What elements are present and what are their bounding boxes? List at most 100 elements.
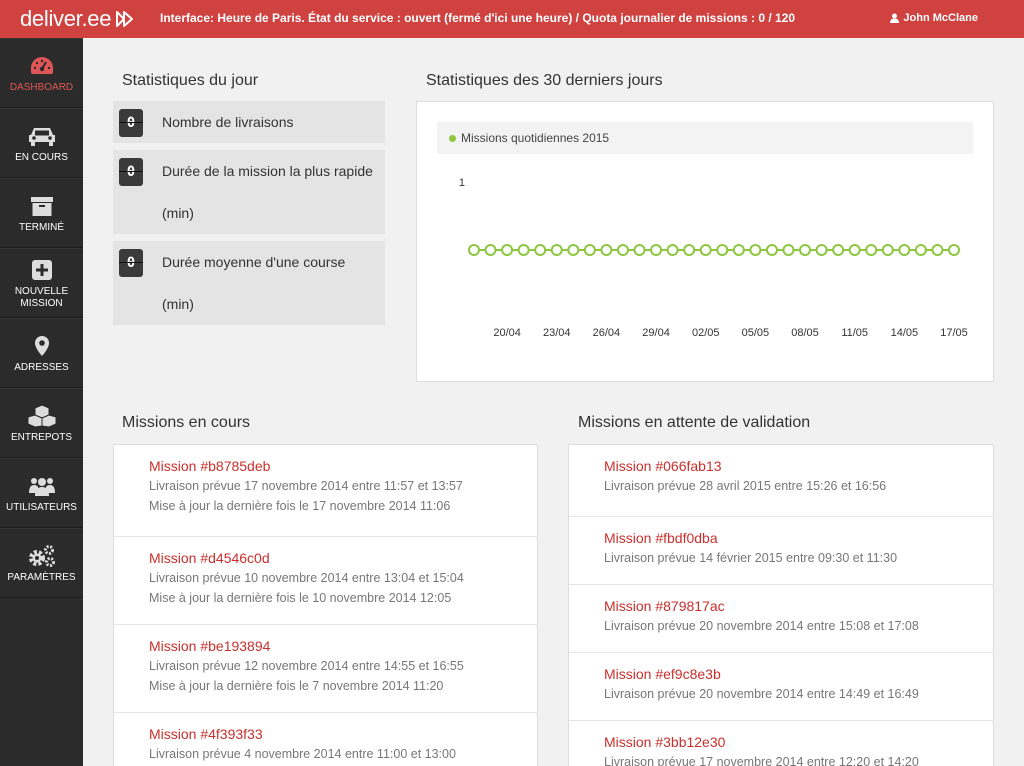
data-point[interactable] (782, 244, 795, 256)
data-point[interactable] (616, 244, 629, 256)
users-icon (28, 477, 55, 496)
car-icon (28, 127, 55, 146)
data-point[interactable] (948, 244, 960, 256)
stat-value: 0 (119, 109, 143, 137)
list-item[interactable]: Mission #879817ac Livraison prévue 20 no… (569, 585, 993, 653)
list-item[interactable]: Mission #ef9c8e3b Livraison prévue 20 no… (569, 653, 993, 721)
y-tick-label: 1 (459, 177, 465, 189)
data-point[interactable] (931, 244, 944, 256)
service-status: Interface: Heure de Paris. État du servi… (160, 11, 796, 25)
mission-id[interactable]: Mission #ef9c8e3b (604, 667, 993, 681)
list-item[interactable]: Mission #fbdf0dba Livraison prévue 14 fé… (569, 517, 993, 585)
data-point[interactable] (832, 244, 845, 256)
mission-id[interactable]: Mission #4f393f33 (149, 727, 537, 741)
data-point[interactable] (848, 244, 861, 256)
sidebar-item-label: ENTREPOTS (10, 431, 73, 443)
data-point[interactable] (914, 244, 927, 256)
sidebar-item-adresses[interactable]: ADRESSES (0, 318, 83, 388)
data-point[interactable] (732, 244, 745, 256)
plus-square-icon (31, 259, 52, 280)
sidebar: DASHBOARD EN COURS TERMINÉ NOUVELLE MISS… (0, 38, 83, 766)
data-point[interactable] (799, 244, 812, 256)
mission-id[interactable]: Mission #3bb12e30 (604, 735, 993, 749)
sidebar-item-label: ADRESSES (14, 361, 69, 373)
data-point[interactable] (484, 244, 497, 256)
data-point[interactable] (517, 244, 530, 256)
list-item[interactable]: Mission #4f393f33 Livraison prévue 4 nov… (114, 713, 537, 766)
sidebar-item-entrepots[interactable]: ENTREPOTS (0, 388, 83, 458)
mission-delivery: Livraison prévue 20 novembre 2014 entre … (604, 687, 919, 701)
list-item[interactable]: Mission #d4546c0d Livraison prévue 10 no… (114, 537, 537, 625)
mission-id[interactable]: Mission #d4546c0d (149, 551, 537, 565)
top-bar: deliver.ee Interface: Heure de Paris. Ét… (0, 0, 1024, 38)
mission-updated: Mise à jour la dernière fois le 10 novem… (149, 591, 452, 605)
data-point[interactable] (600, 244, 613, 256)
data-point[interactable] (765, 244, 778, 256)
mission-id[interactable]: Mission #879817ac (604, 599, 993, 613)
sidebar-item-en-cours[interactable]: EN COURS (0, 108, 83, 178)
missions-attente-list: Mission #066fab13 Livraison prévue 28 av… (568, 444, 994, 766)
mission-id[interactable]: Mission #066fab13 (604, 459, 993, 473)
sidebar-item-dashboard[interactable]: DASHBOARD (0, 38, 83, 108)
stat-value: 0 (119, 158, 143, 186)
data-point[interactable] (633, 244, 646, 256)
x-tick-label: 29/04 (642, 327, 670, 339)
list-item[interactable]: Mission #3bb12e30 Livraison prévue 17 no… (569, 721, 993, 766)
mission-id[interactable]: Mission #be193894 (149, 639, 537, 653)
mission-delivery: Livraison prévue 17 novembre 2014 entre … (604, 755, 919, 766)
data-point[interactable] (898, 244, 911, 256)
data-point[interactable] (815, 244, 828, 256)
data-point[interactable] (881, 244, 894, 256)
data-point[interactable] (534, 244, 547, 256)
data-point[interactable] (501, 244, 514, 256)
x-tick-label: 17/05 (940, 327, 968, 339)
data-point[interactable] (666, 244, 679, 256)
mission-id[interactable]: Mission #b8785deb (149, 459, 537, 473)
data-point[interactable] (683, 244, 696, 256)
daily-stats-title: Statistiques du jour (122, 72, 259, 89)
sidebar-item-nouvelle-mission[interactable]: NOUVELLE MISSION (0, 248, 83, 318)
mission-updated: Mise à jour la dernière fois le 17 novem… (149, 499, 451, 513)
sidebar-item-label: PARAMÈTRES (7, 571, 76, 583)
data-point[interactable] (699, 244, 712, 256)
data-point[interactable] (716, 244, 729, 256)
sidebar-item-termine[interactable]: TERMINÉ (0, 178, 83, 248)
mission-delivery: Livraison prévue 14 février 2015 entre 0… (604, 551, 898, 565)
sidebar-item-label: NOUVELLE MISSION (14, 285, 69, 309)
mission-delivery: Livraison prévue 10 novembre 2014 entre … (149, 571, 464, 585)
user-menu[interactable]: John McClane (890, 12, 978, 24)
user-icon (890, 13, 900, 23)
stat-fastest-mission: 0 Durée de la mission la plus rapide (mi… (113, 150, 385, 234)
mission-updated: Mise à jour la dernière fois le 7 novemb… (149, 679, 444, 693)
mission-delivery: Livraison prévue 28 avril 2015 entre 15:… (604, 479, 887, 493)
user-name: John McClane (903, 12, 978, 24)
x-tick-label: 05/05 (742, 327, 770, 339)
data-point[interactable] (583, 244, 596, 256)
sidebar-item-label: UTILISATEURS (6, 501, 77, 513)
cubes-icon (27, 403, 56, 428)
list-item[interactable]: Mission #be193894 Livraison prévue 12 no… (114, 625, 537, 713)
mission-id[interactable]: Mission #fbdf0dba (604, 531, 993, 545)
data-point[interactable] (550, 244, 563, 256)
data-point[interactable] (468, 244, 480, 256)
sidebar-item-parametres[interactable]: PARAMÈTRES (0, 528, 83, 598)
stat-deliveries: 0 Nombre de livraisons (113, 101, 385, 143)
x-tick-label: 23/04 (543, 327, 571, 339)
data-point[interactable] (749, 244, 762, 256)
mission-delivery: Livraison prévue 4 novembre 2014 entre 1… (149, 747, 456, 761)
monthly-stats-title: Statistiques des 30 derniers jours (426, 72, 663, 89)
sidebar-item-utilisateurs[interactable]: UTILISATEURS (0, 458, 83, 528)
x-tick-label: 02/05 (692, 327, 720, 339)
list-item[interactable]: Mission #066fab13 Livraison prévue 28 av… (569, 445, 993, 517)
data-point[interactable] (865, 244, 878, 256)
data-point[interactable] (567, 244, 580, 256)
play-logo-icon (116, 11, 134, 27)
x-tick-label: 11/05 (841, 327, 868, 339)
list-item[interactable]: Mission #b8785deb Livraison prévue 17 no… (114, 445, 537, 537)
sidebar-item-label: TERMINÉ (19, 221, 64, 233)
data-point[interactable] (650, 244, 663, 256)
line-chart: 1 20/04 23/04 26/04 29/04 02/05 05/05 08/05 11/0… (459, 177, 968, 339)
stat-label: Durée de la mission la plus rapide (min) (162, 163, 373, 221)
brand-logo[interactable]: deliver.ee (20, 6, 137, 32)
cogs-icon (28, 544, 55, 567)
